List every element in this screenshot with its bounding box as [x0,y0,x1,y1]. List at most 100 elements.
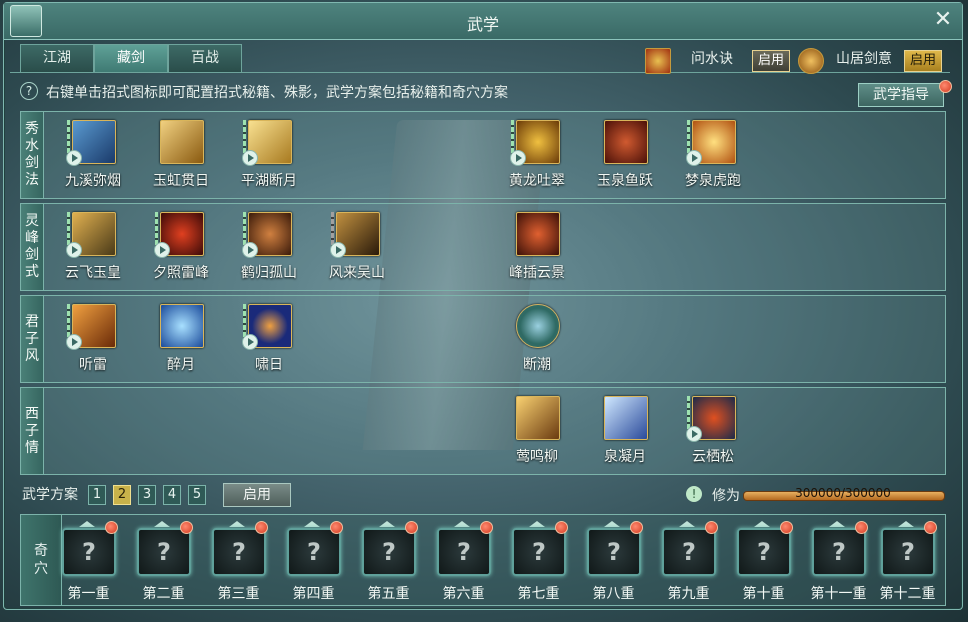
skill-mengquanhupao[interactable]: 梦泉虎跑 [673,118,753,194]
play-icon[interactable] [686,426,702,442]
qixue-node-8[interactable]: ? 第八重 [576,519,651,603]
wenshui-enable-button[interactable]: 启用 [752,50,790,72]
help-icon[interactable]: ? [20,82,38,100]
plan-number-1[interactable]: 1 [88,485,106,505]
skill-icon[interactable] [516,212,560,256]
skill-name: 云栖松 [692,449,734,465]
skill-icon[interactable] [604,120,648,164]
notification-dot [255,521,268,534]
qixue-node-10[interactable]: ? 第十重 [726,519,801,603]
skill-name: 泉凝月 [604,449,646,465]
skill-yuhongguanri[interactable]: 玉虹贯日 [141,118,221,194]
slot[interactable]: ? [212,528,266,576]
skill-tinglei[interactable]: 听雷 [53,302,133,378]
plan-apply-button[interactable]: 启用 [223,483,291,507]
skill-name: 断潮 [523,357,551,373]
skill-yunqisong[interactable]: 云栖松 [673,394,753,470]
notification-dot [939,80,952,93]
qixue-node-5[interactable]: ? 第五重 [351,519,426,603]
plan-number-2[interactable]: 2 [113,485,131,505]
skill-icon[interactable] [604,396,648,440]
skill-icon[interactable] [160,304,204,348]
skill-icon[interactable] [516,396,560,440]
qixue-node-12[interactable]: ? 第十二重 [870,519,945,603]
notification-dot [105,521,118,534]
node-name: 第十重 [742,586,785,602]
arrow-icon [829,521,845,527]
notification-dot [924,521,937,534]
node-name: 第五重 [367,586,410,602]
skill-zuiyue[interactable]: 醉月 [141,302,221,378]
slot[interactable]: ? [662,528,716,576]
slot[interactable]: ? [62,528,116,576]
skill-name: 平湖断月 [241,173,297,189]
tab-baizhan[interactable]: 百战 [168,44,242,72]
skill-heguigushan[interactable]: 鹤归孤山 [229,210,309,286]
node-name: 第二重 [142,586,185,602]
notification-dot [555,521,568,534]
plan-number-3[interactable]: 3 [138,485,156,505]
qixue-panel: 奇穴 ? 第一重 ? 第二重 ? 第三重 ? 第四重 ? 第五重 ? 第六重 ? 第七重 ? 第… [20,514,946,606]
tab-cangjian[interactable]: 藏剑 [94,44,168,72]
slot[interactable]: ? [137,528,191,576]
play-icon[interactable] [330,242,346,258]
qixue-node-6[interactable]: ? 第六重 [426,519,501,603]
skill-icon[interactable] [516,304,560,348]
skill-name: 醉月 [167,357,195,373]
skill-pinghuduanyue[interactable]: 平湖断月 [229,118,309,194]
skill-yingmingliu[interactable]: 莺鸣柳 [497,394,577,470]
slot[interactable]: ? [512,528,566,576]
qixue-node-9[interactable]: ? 第九重 [651,519,726,603]
slot[interactable]: ? [362,528,416,576]
skill-xiaori[interactable]: 啸日 [229,302,309,378]
qixue-node-11[interactable]: ? 第十一重 [801,519,876,603]
row-label: 君子风 [21,296,44,382]
play-icon[interactable] [510,150,526,166]
qixue-node-4[interactable]: ? 第四重 [276,519,351,603]
plan-number-5[interactable]: 5 [188,485,206,505]
skill-xizhaoleifeng[interactable]: 夕照雷峰 [141,210,221,286]
shanju-enable-button[interactable]: 启用 [904,50,942,72]
notification-dot [480,521,493,534]
play-icon[interactable] [242,150,258,166]
arrow-icon [379,521,395,527]
skill-yunfeiyuhuang[interactable]: 云飞玉皇 [53,210,133,286]
skill-duanchao[interactable]: 断潮 [497,302,577,378]
slot[interactable]: ? [437,528,491,576]
play-icon[interactable] [686,150,702,166]
skill-jiuximiyan[interactable]: 九溪弥烟 [53,118,133,194]
skill-row-xiziqing: 西子情 莺鸣柳 泉凝月 云栖松 [20,387,946,475]
slot[interactable]: ? [812,528,866,576]
skill-fengchayunjing[interactable]: 峰插云景 [497,210,577,286]
qixue-node-7[interactable]: ? 第七重 [501,519,576,603]
skill-fenglaiwushan[interactable]: 风来吴山 [317,210,397,286]
play-icon[interactable] [154,242,170,258]
plan-number-4[interactable]: 4 [163,485,181,505]
skill-quanningyue[interactable]: 泉凝月 [585,394,665,470]
skill-huanglongtucui[interactable]: 黄龙吐翠 [497,118,577,194]
qixue-node-3[interactable]: ? 第三重 [201,519,276,603]
skill-name: 鹤归孤山 [241,265,297,281]
row-label: 灵峰剑式 [21,204,44,290]
play-icon[interactable] [242,242,258,258]
play-icon[interactable] [66,150,82,166]
skill-name: 九溪弥烟 [65,173,121,189]
skill-icon[interactable] [160,120,204,164]
slot[interactable]: ? [737,528,791,576]
notification-dot [705,521,718,534]
slot[interactable]: ? [287,528,341,576]
row-label: 秀水剑法 [21,112,44,198]
qixue-node-2[interactable]: ? 第二重 [126,519,201,603]
cultivation-value: 300000/300000 [795,486,891,500]
slot[interactable]: ? [587,528,641,576]
close-button[interactable]: ✕ [930,7,956,33]
info-icon[interactable]: ! [686,486,702,502]
tab-jianghu[interactable]: 江湖 [20,44,94,72]
play-icon[interactable] [242,334,258,350]
martial-guide-button[interactable]: 武学指导 [858,83,944,107]
play-icon[interactable] [66,334,82,350]
play-icon[interactable] [66,242,82,258]
slot[interactable]: ? [881,528,935,576]
skill-yuquanyuyue[interactable]: 玉泉鱼跃 [585,118,665,194]
qixue-node-1[interactable]: ? 第一重 [51,519,126,603]
